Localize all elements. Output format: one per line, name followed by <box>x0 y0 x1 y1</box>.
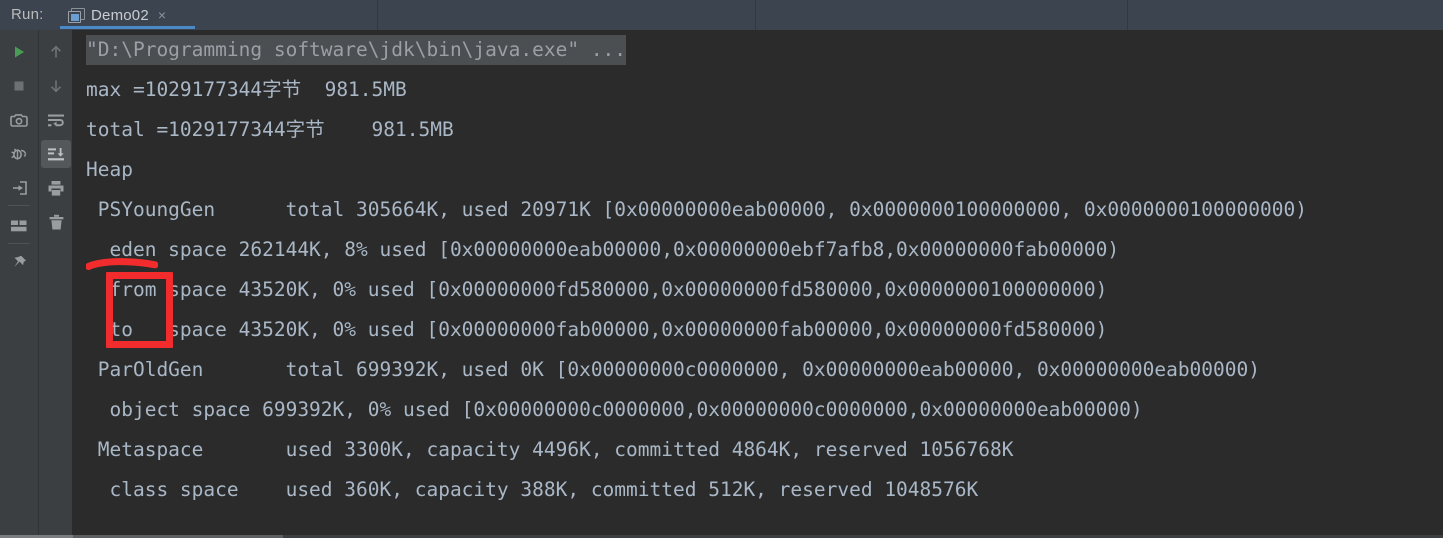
clear-all-button[interactable] <box>41 208 71 236</box>
scroll-to-end-button[interactable] <box>41 140 71 168</box>
print-button[interactable] <box>41 174 71 202</box>
console-line-to: to space 43520K, 0% used [0x00000000fab0… <box>86 318 1108 341</box>
console-line-command: "D:\Programming software\jdk\bin\java.ex… <box>86 30 627 70</box>
rerun-button[interactable] <box>4 38 34 66</box>
run-tool-window: Run: Demo02 × "D:\Programming software\j… <box>0 0 1443 538</box>
toolbar-separator-2 <box>8 243 30 244</box>
layout-settings-button[interactable] <box>4 212 34 240</box>
run-tool-window-label: Run: <box>11 6 44 23</box>
tabbar-divider-3 <box>1127 0 1128 30</box>
camera-icon <box>10 112 28 128</box>
scroll-to-end-icon <box>47 147 65 162</box>
play-triangle-icon <box>11 44 27 60</box>
down-the-stack-trace-button[interactable] <box>41 72 71 100</box>
console-output[interactable]: "D:\Programming software\jdk\bin\java.ex… <box>73 30 1443 532</box>
layout-panels-icon <box>10 219 28 233</box>
bug-rerun-icon <box>10 145 28 163</box>
arrow-up-icon <box>48 44 64 60</box>
run-toolbar-primary <box>0 30 38 538</box>
arrow-down-icon <box>48 78 64 94</box>
up-the-stack-trace-button[interactable] <box>41 38 71 66</box>
printer-icon <box>47 180 65 197</box>
stop-button[interactable] <box>4 72 34 100</box>
stop-square-icon <box>11 78 27 94</box>
tabbar-divider-2 <box>755 0 756 30</box>
console-line-classspace: class space used 360K, capacity 388K, co… <box>86 478 979 501</box>
arrow-into-box-icon <box>11 180 28 196</box>
console-line-eden: eden space 262144K, 8% used [0x00000000e… <box>86 238 1120 261</box>
console-line-max: max =1029177344字节 981.5MB <box>86 78 407 101</box>
active-tab-underline <box>60 26 195 29</box>
console-line-metaspace: Metaspace used 3300K, capacity 4496K, co… <box>86 438 1014 461</box>
soft-wrap-icon <box>47 113 65 128</box>
tabbar-divider-1 <box>377 0 378 30</box>
screenshot-button[interactable] <box>4 106 34 134</box>
soft-wrap-button[interactable] <box>41 106 71 134</box>
export-to-file-button[interactable] <box>4 174 34 202</box>
run-tool-window-tabbar: Run: Demo02 × <box>0 0 1443 30</box>
pin-tab-button[interactable] <box>4 249 34 277</box>
trash-can-icon <box>48 214 65 231</box>
console-line-heap: Heap <box>86 158 133 181</box>
rerun-failed-tests-button[interactable] <box>4 140 34 168</box>
tab-label: Demo02 <box>91 6 149 24</box>
toolbar-separator-1 <box>8 205 30 206</box>
console-line-command-text: "D:\Programming software\jdk\bin\java.ex… <box>86 35 627 65</box>
console-line-psyounggen: PSYoungGen total 305664K, used 20971K [0… <box>86 198 1307 221</box>
console-toolbar-secondary <box>39 30 72 538</box>
run-configuration-icon <box>68 8 85 23</box>
console-line-paroldgen: ParOldGen total 699392K, used 0K [0x0000… <box>86 358 1260 381</box>
console-line-objectspace: object space 699392K, 0% used [0x0000000… <box>86 398 1143 421</box>
close-icon[interactable]: × <box>158 8 166 22</box>
console-line-total: total =1029177344字节 981.5MB <box>86 118 454 141</box>
console-line-from: from space 43520K, 0% used [0x00000000fd… <box>86 278 1108 301</box>
pin-icon <box>10 254 28 272</box>
